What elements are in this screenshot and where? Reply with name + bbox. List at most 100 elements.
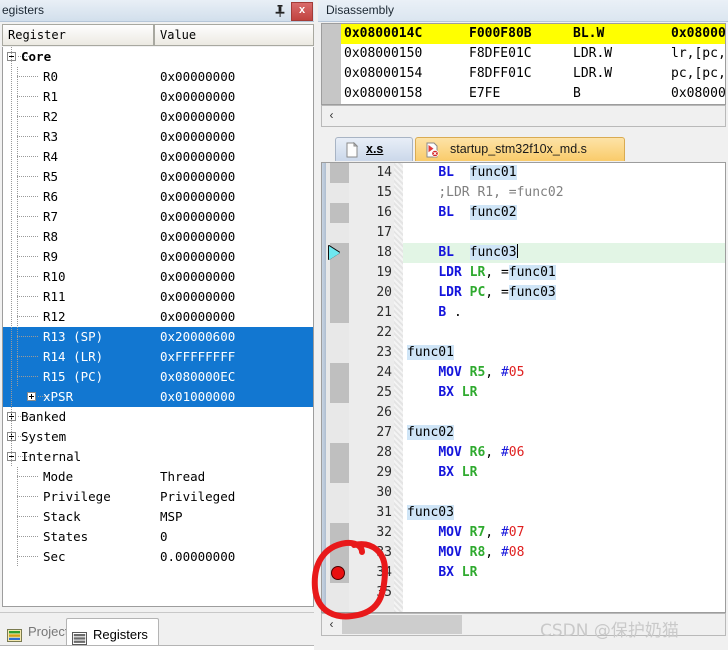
register-row[interactable]: Mode Thread	[3, 467, 313, 487]
register-row[interactable]: System	[3, 427, 313, 447]
register-value[interactable]: 0.00000000	[160, 547, 235, 567]
register-row[interactable]: Internal	[3, 447, 313, 467]
register-value[interactable]: 0x20000600	[160, 327, 235, 347]
code-line[interactable]: 17	[322, 223, 725, 243]
register-row[interactable]: R8 0x00000000	[3, 227, 313, 247]
line-number: 30	[376, 485, 392, 500]
register-value[interactable]: 0xFFFFFFFF	[160, 347, 235, 367]
code-line[interactable]: 28 MOV R6, #06	[322, 443, 725, 463]
disassembly-address: 0x08000154	[344, 66, 423, 81]
registers-tree[interactable]: Core R0 0x00000000 R1 0x00000000 R2 0x00000000…	[2, 47, 314, 607]
code-line[interactable]: 18 BL func03	[322, 243, 725, 263]
code-line[interactable]: 22	[322, 323, 725, 343]
register-row[interactable]: R14 (LR) 0xFFFFFFFF	[3, 347, 313, 367]
pin-icon[interactable]	[272, 3, 288, 19]
disassembly-row[interactable]: 0x08000150 F8DFE01C LDR.W lr,[pc,#2	[341, 44, 725, 64]
register-row[interactable]: Sec 0.00000000	[3, 547, 313, 567]
code-line[interactable]: 15 ;LDR R1, =func02	[322, 183, 725, 203]
register-row[interactable]: R10 0x00000000	[3, 267, 313, 287]
register-value[interactable]: 0x00000000	[160, 207, 235, 227]
register-row[interactable]: R0 0x00000000	[3, 67, 313, 87]
register-value[interactable]: 0x00000000	[160, 227, 235, 247]
code-line[interactable]: 27 func02	[322, 423, 725, 443]
code-line[interactable]: 33 MOV R8, #08	[322, 543, 725, 563]
breakpoint-icon[interactable]	[331, 566, 345, 580]
register-value[interactable]: 0x080000EC	[160, 367, 235, 387]
register-value[interactable]: 0x00000000	[160, 187, 235, 207]
register-row[interactable]: Privilege Privileged	[3, 487, 313, 507]
register-value[interactable]: 0x00000000	[160, 127, 235, 147]
editor-tab-x-s[interactable]: x.s	[335, 137, 413, 161]
code-line[interactable]: 25 BX LR	[322, 383, 725, 403]
code-line[interactable]: 31 func03	[322, 503, 725, 523]
register-value[interactable]: 0x00000000	[160, 267, 235, 287]
register-row[interactable]: R3 0x00000000	[3, 127, 313, 147]
editor-hscrollbar[interactable]: ‹	[321, 613, 726, 636]
register-row[interactable]: xPSR 0x01000000	[3, 387, 313, 407]
register-value[interactable]: Thread	[160, 467, 205, 487]
code-line[interactable]: 21 B .	[322, 303, 725, 323]
register-value[interactable]: 0x00000000	[160, 107, 235, 127]
editor-tab-startup[interactable]: startup_stm32f10x_md.s	[415, 137, 625, 161]
register-value[interactable]: Privileged	[160, 487, 235, 507]
scroll-left-icon[interactable]: ‹	[322, 614, 341, 635]
register-row[interactable]: R11 0x00000000	[3, 287, 313, 307]
code-line[interactable]: 23 func01	[322, 343, 725, 363]
line-number: 26	[376, 405, 392, 420]
code-line[interactable]: 20 LDR PC, =func03	[322, 283, 725, 303]
column-header-register[interactable]: Register	[2, 24, 154, 46]
register-row[interactable]: R13 (SP) 0x20000600	[3, 327, 313, 347]
register-value[interactable]: 0x01000000	[160, 387, 235, 407]
code-line[interactable]: 24 MOV R5, #05	[322, 363, 725, 383]
code-line[interactable]: 19 LDR LR, =func01	[322, 263, 725, 283]
register-value[interactable]: 0x00000000	[160, 307, 235, 327]
register-value[interactable]: 0x00000000	[160, 87, 235, 107]
scroll-left-icon[interactable]: ‹	[322, 106, 341, 126]
code-line[interactable]: 30	[322, 483, 725, 503]
register-name: R2	[43, 109, 59, 124]
expand-icon[interactable]	[27, 392, 36, 401]
register-row[interactable]: R1 0x00000000	[3, 87, 313, 107]
disassembly-row[interactable]: 0x08000158 E7FE B 0x0800015	[341, 84, 725, 104]
tree-spine	[11, 47, 12, 467]
register-row[interactable]: R9 0x00000000	[3, 247, 313, 267]
register-name: R12	[43, 309, 66, 324]
close-button[interactable]: x	[291, 2, 313, 21]
register-row[interactable]: Banked	[3, 407, 313, 427]
code-lines: 14 BL func01 15 ;LDR R1, =func02 16 BL fun…	[322, 163, 725, 603]
register-row[interactable]: R2 0x00000000	[3, 107, 313, 127]
disassembly-row[interactable]: 0x08000154 F8DFF01C LDR.W pc,[pc,#2	[341, 64, 725, 84]
register-row[interactable]: States 0	[3, 527, 313, 547]
code-editor[interactable]: 14 BL func01 15 ;LDR R1, =func02 16 BL fun…	[321, 162, 726, 613]
register-value[interactable]: 0x00000000	[160, 247, 235, 267]
register-row[interactable]: Core	[3, 47, 313, 67]
tree-connector	[17, 536, 39, 537]
register-value[interactable]: MSP	[160, 507, 183, 527]
code-line[interactable]: 14 BL func01	[322, 163, 725, 183]
disassembly-row[interactable]: 0x0800014C F000F80B BL.W 0x0800016	[341, 24, 725, 44]
register-row[interactable]: R15 (PC) 0x080000EC	[3, 367, 313, 387]
register-value[interactable]: 0	[160, 527, 168, 547]
register-row[interactable]: Stack MSP	[3, 507, 313, 527]
line-number: 34	[376, 565, 392, 580]
column-header-value[interactable]: Value	[154, 24, 314, 46]
register-value[interactable]: 0x00000000	[160, 147, 235, 167]
register-row[interactable]: R6 0x00000000	[3, 187, 313, 207]
code-line[interactable]: 35	[322, 583, 725, 603]
code-line[interactable]: 16 BL func02	[322, 203, 725, 223]
scrollbar-thumb[interactable]	[342, 615, 462, 634]
register-value[interactable]: 0x00000000	[160, 67, 235, 87]
register-row[interactable]: R4 0x00000000	[3, 147, 313, 167]
code-line[interactable]: 26	[322, 403, 725, 423]
register-row[interactable]: R7 0x00000000	[3, 207, 313, 227]
code-line[interactable]: 32 MOV R7, #07	[322, 523, 725, 543]
code-line[interactable]: 34 BX LR	[322, 563, 725, 583]
register-value[interactable]: 0x00000000	[160, 167, 235, 187]
register-value[interactable]: 0x00000000	[160, 287, 235, 307]
disassembly-hscrollbar[interactable]: ‹	[321, 105, 726, 127]
registers-titlebar: egisters x	[0, 0, 318, 22]
register-row[interactable]: R12 0x00000000	[3, 307, 313, 327]
disassembly-listing[interactable]: 0x0800014C F000F80B BL.W 0x0800016 0x0800015…	[321, 23, 726, 105]
code-line[interactable]: 29 BX LR	[322, 463, 725, 483]
register-row[interactable]: R5 0x00000000	[3, 167, 313, 187]
